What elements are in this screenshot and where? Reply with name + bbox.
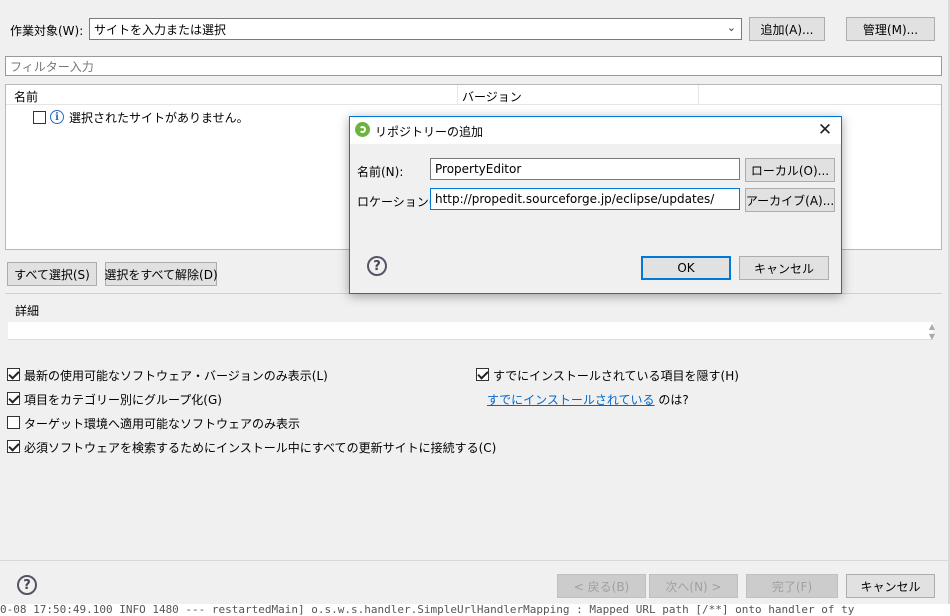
column-divider[interactable] — [457, 85, 458, 105]
details-scrollbar[interactable]: ▲ ▼ — [925, 322, 939, 344]
dialog-title-bar: リポジトリーの追加 ✕ — [350, 117, 841, 144]
group-by-category-checkbox[interactable] — [7, 392, 20, 405]
back-button[interactable]: < 戻る(B) — [557, 574, 646, 598]
column-name[interactable]: 名前 — [14, 88, 38, 105]
console-log: 0-08 17:50:49.100 INFO 1480 --- restarte… — [0, 604, 950, 616]
empty-row-checkbox[interactable] — [33, 111, 46, 124]
details-label: 詳細 — [15, 304, 40, 318]
dialog-ok-button[interactable]: OK — [641, 256, 731, 280]
add-site-button[interactable]: 追加(A)... — [749, 17, 825, 41]
help-icon[interactable]: ? — [17, 575, 37, 595]
group-by-category-label: 項目をカテゴリー別にグループ化(G) — [24, 393, 222, 407]
details-area[interactable] — [8, 322, 933, 340]
filter-placeholder: フィルター入力 — [10, 59, 94, 74]
dialog-name-label: 名前(N): — [357, 165, 404, 179]
add-repository-dialog: リポジトリーの追加 ✕ 名前(N): PropertyEditor ローカル(O… — [349, 116, 842, 294]
manage-button[interactable]: 管理(M)... — [846, 17, 935, 41]
local-button[interactable]: ローカル(O)... — [745, 158, 835, 182]
scroll-down-icon[interactable]: ▼ — [925, 332, 939, 342]
hide-installed-label: すでにインストールされている項目を隠す(H) — [493, 369, 739, 383]
empty-message: 選択されたサイトがありません。 — [69, 111, 249, 125]
filter-input[interactable]: フィルター入力 — [5, 56, 942, 76]
footer-separator — [0, 560, 950, 561]
select-all-button[interactable]: すべて選択(S) — [7, 262, 97, 286]
already-installed-suffix: のは? — [654, 393, 689, 407]
latest-only-label: 最新の使用可能なソフトウェア・バージョンのみ表示(L) — [24, 369, 328, 383]
already-installed-link[interactable]: すでにインストールされている — [487, 393, 655, 407]
info-icon: i — [50, 110, 64, 124]
deselect-all-button[interactable]: 選択をすべて解除(D) — [104, 262, 218, 286]
table-header: 名前 バージョン — [6, 85, 941, 105]
dialog-title: リポジトリーの追加 — [375, 125, 484, 139]
contact-all-sites-label: 必須ソフトウェアを検索するためにインストール中にすべての更新サイトに接続する(C… — [24, 441, 497, 455]
work-target-label: 作業対象(W): — [10, 24, 84, 38]
chevron-down-icon[interactable]: ⌄ — [727, 21, 736, 34]
close-icon[interactable]: ✕ — [815, 120, 835, 140]
hide-installed-checkbox[interactable] — [476, 368, 489, 381]
archive-button[interactable]: アーカイブ(A)... — [745, 188, 835, 212]
column-version[interactable]: バージョン — [462, 88, 522, 105]
repository-location-input[interactable]: http://propedit.sourceforge.jp/eclipse/u… — [430, 188, 740, 210]
contact-all-sites-checkbox[interactable] — [7, 440, 20, 453]
latest-only-checkbox[interactable] — [7, 368, 20, 381]
repository-location-value: http://propedit.sourceforge.jp/eclipse/u… — [435, 192, 715, 206]
site-select-value: サイトを入力または選択 — [94, 22, 227, 37]
cancel-button[interactable]: キャンセル — [846, 574, 935, 598]
column-divider[interactable] — [698, 85, 699, 105]
dialog-cancel-button[interactable]: キャンセル — [739, 256, 829, 280]
dialog-help-icon[interactable]: ? — [367, 256, 387, 276]
next-button[interactable]: 次へ(N) > — [649, 574, 738, 598]
repository-name-value: PropertyEditor — [435, 162, 522, 176]
repository-name-input[interactable]: PropertyEditor — [430, 158, 740, 180]
finish-button[interactable]: 完了(F) — [746, 574, 838, 598]
scroll-up-icon[interactable]: ▲ — [925, 322, 939, 332]
target-env-label: ターゲット環境へ適用可能なソフトウェアのみ表示 — [24, 417, 301, 431]
spring-leaf-icon — [355, 122, 370, 137]
site-select[interactable]: サイトを入力または選択 ⌄ — [89, 18, 742, 40]
already-installed-text: すでにインストールされている のは? — [487, 391, 689, 408]
target-env-checkbox[interactable] — [7, 416, 20, 429]
